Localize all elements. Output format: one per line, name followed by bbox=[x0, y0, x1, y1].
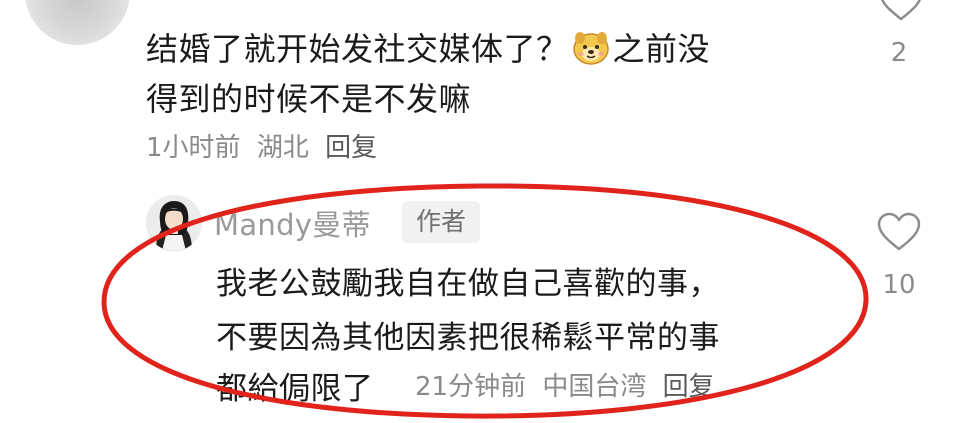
comment-1-reply-button[interactable]: 回复 bbox=[325, 133, 377, 163]
heart-outline-icon bbox=[881, 0, 921, 21]
comment-2-like-count: 10 bbox=[882, 270, 916, 300]
comment-1-text-part-2: 之前没 bbox=[612, 30, 711, 68]
comment-2-like-button[interactable] bbox=[876, 212, 922, 252]
heart-outline-icon bbox=[877, 212, 921, 251]
comment-1-meta: 1小时前 湖北 回复 bbox=[146, 132, 385, 164]
comment-2-text-line-1: 我老公鼓勵我自在做自己喜歡的事， bbox=[216, 266, 720, 302]
comment-1-time: 1小时前 bbox=[146, 133, 241, 163]
comment-1-like-count: 2 bbox=[890, 38, 908, 68]
comment-2-time: 21分钟前 bbox=[415, 372, 527, 402]
comment-2-reply-button[interactable]: 回复 bbox=[663, 372, 715, 402]
comment-1-text-line-1: 结婚了就开始发社交媒体了？ 之前没 bbox=[146, 25, 710, 73]
comment-1-location: 湖北 bbox=[256, 133, 309, 163]
comment-1-text-part-1: 结婚了就开始发社交媒体了？ bbox=[146, 30, 569, 68]
comment-1-like-button[interactable] bbox=[878, 0, 924, 22]
comment-2-meta: 21分钟前 中国台湾 回复 bbox=[415, 371, 723, 403]
comment-2-text-line-2: 不要因為其他因素把很稀鬆平常的事 bbox=[216, 320, 720, 356]
comment-1-text-line-2: 得到的时候不是不发嘛 bbox=[146, 80, 472, 118]
author-username[interactable]: Mandy曼蒂 bbox=[214, 202, 371, 244]
commenter-avatar[interactable] bbox=[25, 0, 130, 45]
author-badge: 作者 bbox=[402, 201, 481, 243]
author-avatar[interactable] bbox=[146, 195, 202, 251]
comment-2-location: 中国台湾 bbox=[542, 372, 647, 402]
dog-face-emoji-icon bbox=[571, 27, 611, 67]
comment-2-text-line-3: 都給侷限了 bbox=[216, 371, 374, 407]
